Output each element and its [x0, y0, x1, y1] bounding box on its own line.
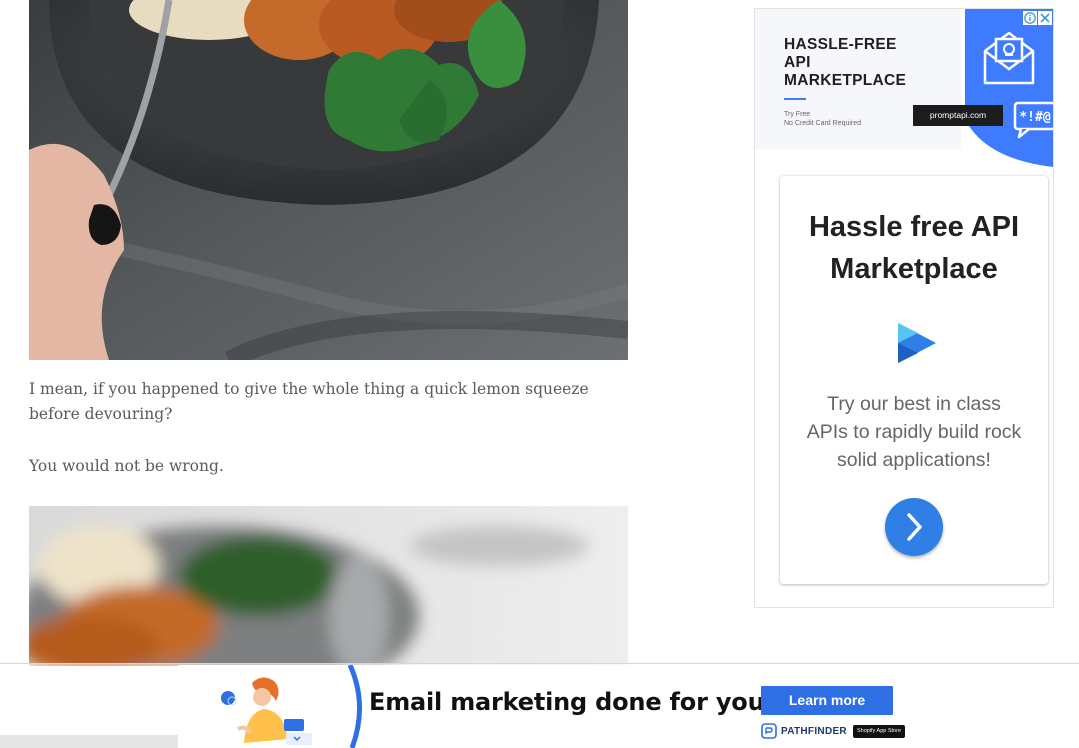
adchoices-icon[interactable]: [1023, 11, 1037, 25]
article-paragraph: You would not be wrong.: [29, 457, 224, 475]
food-photo-bottom: [29, 506, 628, 666]
ad-banner[interactable]: HASSLE-FREE API MARKETPLACE Try Free No …: [755, 9, 1053, 167]
banner-divider: [784, 98, 806, 100]
banner-subtext: No Credit Card Required: [784, 120, 862, 127]
woman-illustration-icon: [221, 677, 312, 745]
bottom-ad[interactable]: Email marketing done for you! Learn more…: [178, 665, 906, 748]
learn-more-button[interactable]: Learn more: [761, 686, 893, 715]
chevron-right-icon: [907, 513, 922, 541]
ad-card[interactable]: Hassle free API Marketplace Try our best…: [780, 176, 1048, 584]
bottom-ad-headline: Email marketing done for you!: [369, 688, 776, 716]
decorative-brush-stroke: [347, 665, 362, 748]
banner-headline: HASSLE-FREE API MARKETPLACE: [784, 36, 907, 89]
banner-subtext: Try Free: [784, 111, 811, 118]
store-badge[interactable]: Shopify App Store: [852, 724, 905, 738]
article-paragraph: I mean, if you happened to give the whol…: [29, 380, 589, 423]
play-icon: [898, 323, 936, 363]
pathfinder-logo-icon: [761, 723, 777, 739]
ad-card-arrow-button[interactable]: [885, 498, 943, 556]
ad-card-body: Try our best in class APIs to rapidly bu…: [806, 393, 1022, 471]
brand-name: PATHFINDER: [781, 725, 847, 737]
banner-url-pill[interactable]: promptapi.com: [913, 105, 1003, 126]
sidebar-ad[interactable]: HASSLE-FREE API MARKETPLACE Try Free No …: [754, 8, 1054, 608]
brand-row: PATHFINDER Shopify App Store: [761, 722, 905, 740]
ad-card-headline: Hassle free API Marketplace: [808, 211, 1020, 285]
envelope-icon: [983, 31, 1035, 85]
chat-bubble-icon: *!#@: [1013, 101, 1053, 139]
food-photo-top: [29, 0, 628, 360]
chat-glyph-text: *!#@: [1019, 110, 1050, 125]
close-icon[interactable]: [1038, 11, 1052, 25]
